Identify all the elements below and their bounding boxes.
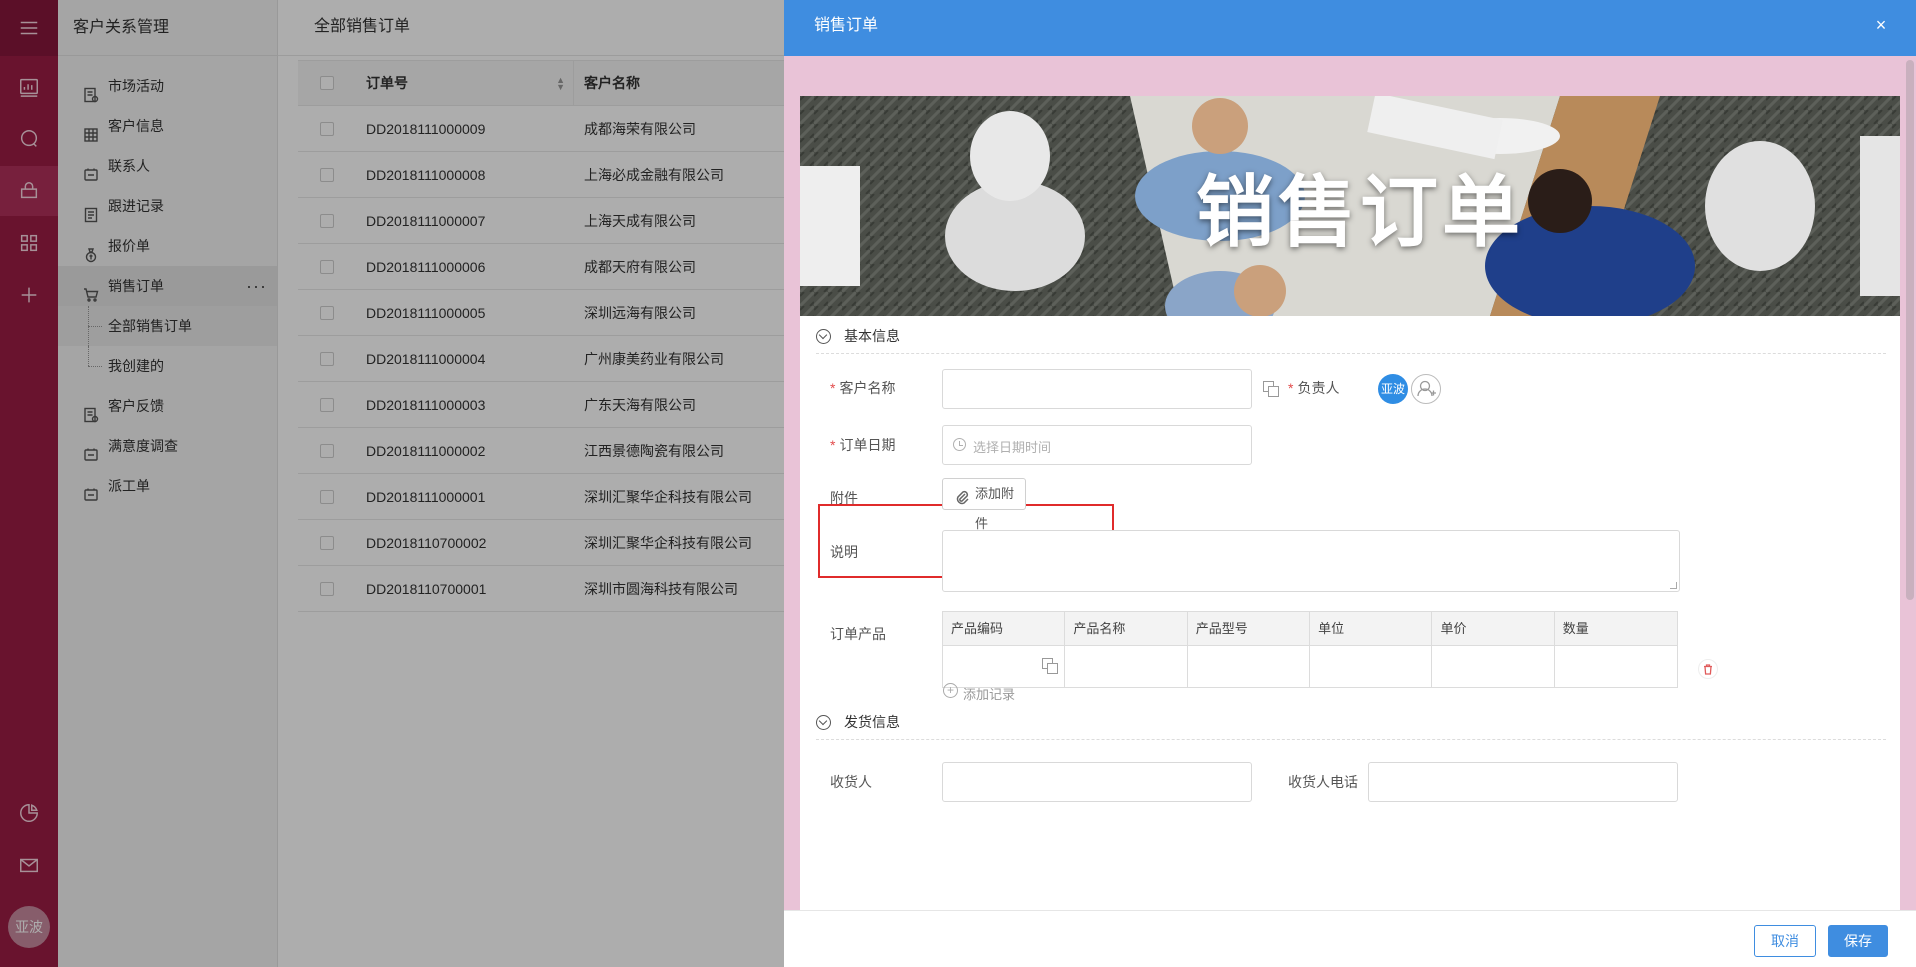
- unit-cell[interactable]: [1310, 646, 1433, 687]
- banner-title: 销售订单: [1195, 168, 1524, 256]
- product-column-header: 产品名称: [1065, 612, 1188, 645]
- attachment-label: 附件: [830, 490, 858, 506]
- order-form-card: 销售订单 基本信息 * 客户名称 * 负责人 亚波 * 订单日期 选择日期时间 附件: [800, 96, 1900, 910]
- product-column-header: 产品型号: [1188, 612, 1311, 645]
- owner-label: * 负责人: [1288, 378, 1339, 398]
- collapse-icon[interactable]: [816, 329, 831, 344]
- unit-price-cell[interactable]: [1432, 646, 1555, 687]
- customer-name-input[interactable]: [942, 369, 1252, 409]
- product-column-header: 数量: [1562, 621, 1589, 636]
- label-text: 订单日期: [839, 437, 896, 453]
- delete-row-button[interactable]: [1698, 659, 1718, 679]
- add-user-icon: [1417, 380, 1436, 397]
- description-textarea[interactable]: [942, 530, 1680, 592]
- receiver-input[interactable]: [942, 762, 1252, 802]
- section-title: 基本信息: [844, 328, 900, 344]
- receiver-phone-input[interactable]: [1368, 762, 1678, 802]
- product-code-cell[interactable]: [943, 646, 1066, 687]
- description-label: 说明: [830, 544, 858, 560]
- product-column-header: 单位: [1310, 612, 1433, 645]
- products-data-row: [943, 646, 1677, 687]
- select-product-icon[interactable]: [1042, 658, 1059, 674]
- paperclip-icon: [955, 486, 969, 505]
- add-attachment-button[interactable]: 添加附件: [942, 478, 1026, 531]
- required-mark: *: [1288, 380, 1294, 396]
- order-products-label: 订单产品: [830, 626, 886, 642]
- product-column-header: 产品编码: [943, 612, 1066, 645]
- add-record-button[interactable]: 添加记录: [943, 683, 1015, 703]
- receiver-phone-label: 收货人电话: [1288, 774, 1358, 790]
- order-date-label: * 订单日期: [830, 435, 895, 455]
- quantity-cell[interactable]: [1555, 646, 1677, 687]
- date-placeholder: 选择日期时间: [973, 440, 1052, 455]
- product-column-header: 单价: [1432, 612, 1555, 645]
- order-date-picker[interactable]: 选择日期时间: [942, 425, 1252, 465]
- products-header-row: 产品编码 产品名称 产品型号 单位 单价 数量: [943, 612, 1677, 646]
- product-name-cell[interactable]: [1065, 646, 1188, 687]
- add-owner-button[interactable]: [1411, 374, 1441, 404]
- product-model-cell[interactable]: [1188, 646, 1311, 687]
- order-products-table: 产品编码 产品名称 产品型号 单位 单价 数量: [942, 611, 1678, 688]
- drawer-footer: 取消 保存: [784, 910, 1916, 967]
- label-text: 负责人: [1297, 380, 1340, 396]
- modal-overlay[interactable]: [0, 0, 784, 967]
- required-mark: *: [830, 380, 836, 396]
- banner-image: 销售订单: [800, 96, 1900, 316]
- collapse-icon[interactable]: [816, 715, 831, 730]
- trash-icon: [1704, 663, 1712, 675]
- close-icon[interactable]: ×: [1870, 14, 1892, 36]
- drawer-header: 销售订单 ×: [784, 0, 1916, 56]
- customer-name-label: * 客户名称: [830, 378, 895, 398]
- required-mark: *: [830, 437, 836, 453]
- cancel-button[interactable]: 取消: [1754, 925, 1816, 957]
- select-copy-icon[interactable]: [1263, 381, 1279, 397]
- label-text: 客户名称: [839, 380, 896, 396]
- sales-order-drawer: 销售订单 × 销售订单 基本信息 * 客户名称 * 负责人 亚波 * 订单日期 …: [784, 0, 1916, 967]
- owner-avatar[interactable]: 亚波: [1378, 374, 1408, 404]
- section-basic-info[interactable]: 基本信息: [816, 324, 1886, 354]
- receiver-label: 收货人: [830, 774, 872, 790]
- drawer-title: 销售订单: [814, 17, 879, 34]
- section-shipping-info[interactable]: 发货信息: [816, 710, 1886, 740]
- drawer-scrollbar[interactable]: [1906, 60, 1914, 600]
- section-title: 发货信息: [844, 714, 900, 730]
- save-button[interactable]: 保存: [1828, 925, 1888, 957]
- clock-icon: [953, 438, 966, 451]
